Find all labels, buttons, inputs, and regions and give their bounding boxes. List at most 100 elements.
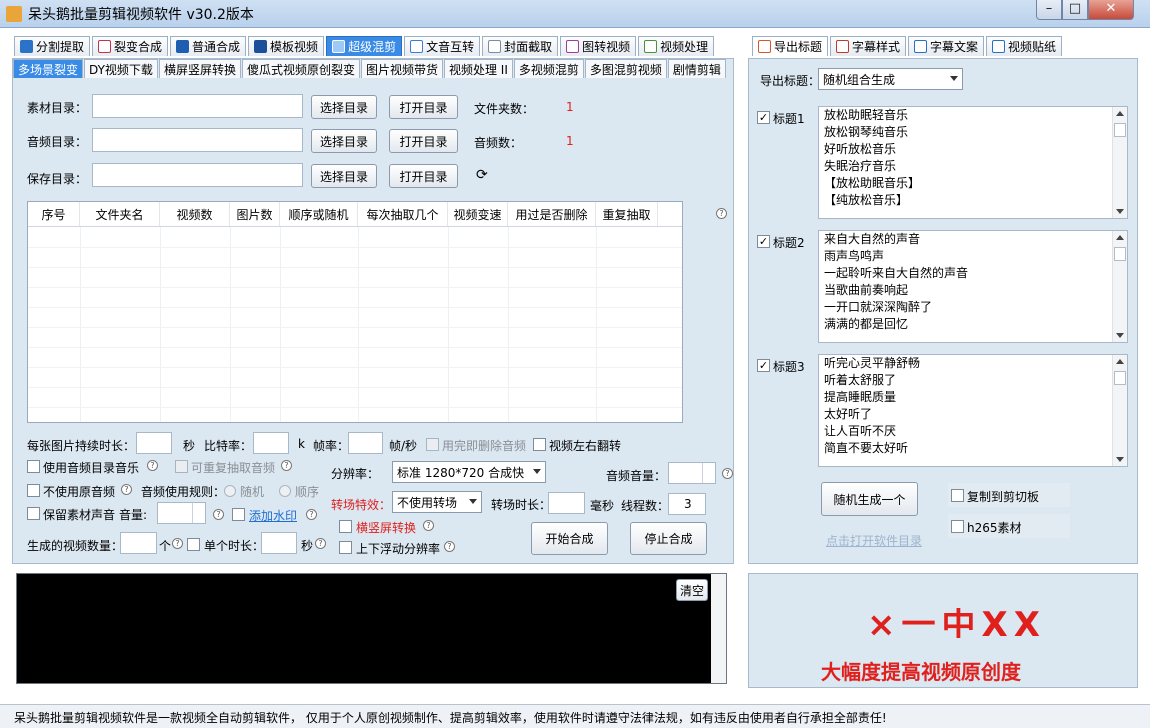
help-icon[interactable]: ?	[444, 541, 455, 552]
minimize-button[interactable]: –	[1036, 0, 1062, 20]
column-header[interactable]: 视频变速	[448, 202, 508, 226]
tab-text-audio[interactable]: 文音互转	[404, 36, 481, 56]
help-icon[interactable]: ?	[716, 208, 727, 219]
help-icon[interactable]: ?	[423, 520, 434, 531]
subtab-multi-image-mix[interactable]: 多图混剪视频	[584, 59, 667, 78]
clear-log-button[interactable]: 清空	[676, 579, 708, 601]
scrollbar[interactable]	[1112, 107, 1127, 218]
scroll-thumb[interactable]	[1114, 371, 1126, 385]
use-audio-dir-checkbox[interactable]	[27, 460, 40, 473]
select-audio-dir-button[interactable]: 选择目录	[311, 129, 377, 153]
open-material-dir-button[interactable]: 打开目录	[389, 95, 458, 119]
help-icon[interactable]: ?	[213, 509, 224, 520]
transition-time-input[interactable]	[548, 492, 585, 514]
repeat-audio-checkbox[interactable]	[175, 460, 188, 473]
video-count-input[interactable]	[120, 532, 157, 554]
help-icon[interactable]: ?	[315, 538, 326, 549]
subtab-video-process-2[interactable]: 视频处理 II	[443, 59, 513, 78]
scroll-up-icon[interactable]	[1116, 235, 1124, 240]
open-audio-dir-button[interactable]: 打开目录	[389, 129, 458, 153]
column-header[interactable]: 每次抽取几个	[358, 202, 448, 226]
column-header[interactable]: 重复抽取	[596, 202, 658, 226]
tab-super-mix[interactable]: 超级混剪	[326, 36, 403, 56]
scroll-down-icon[interactable]	[1116, 209, 1124, 214]
flip-checkbox[interactable]	[533, 438, 546, 451]
scrollbar[interactable]	[1112, 231, 1127, 342]
order-radio[interactable]	[279, 485, 291, 497]
resolution-select[interactable]: 标准 1280*720 合成快	[392, 461, 546, 483]
select-save-dir-button[interactable]: 选择目录	[311, 164, 377, 188]
open-dir-link[interactable]: 点击打开软件目录	[826, 532, 922, 549]
copy-clipboard-checkbox[interactable]	[951, 489, 964, 502]
audio-volume-stepper[interactable]	[668, 462, 716, 484]
no-orig-audio-checkbox[interactable]	[27, 484, 40, 497]
subtab-dy-download[interactable]: DY视频下载	[84, 59, 158, 78]
tab-export-title[interactable]: 导出标题	[752, 36, 829, 56]
log-scrollbar[interactable]	[711, 574, 726, 683]
folder-grid[interactable]: 序号 文件夹名 视频数 图片数 顺序或随机 每次抽取几个 视频变速 用过是否删除…	[27, 201, 683, 423]
single-duration-checkbox[interactable]	[187, 538, 200, 551]
threads-input[interactable]: 3	[668, 493, 706, 515]
save-dir-input[interactable]	[92, 163, 303, 187]
framerate-input[interactable]	[348, 432, 383, 454]
column-header[interactable]: 图片数	[230, 202, 280, 226]
tab-subtitle-text[interactable]: 字幕文案	[908, 36, 985, 56]
material-dir-input[interactable]	[92, 94, 303, 118]
single-duration-input[interactable]	[261, 532, 297, 554]
delete-audio-checkbox[interactable]	[426, 438, 439, 451]
float-res-checkbox[interactable]	[339, 541, 352, 554]
title1-textarea[interactable]: 放松助眠轻音乐 放松钢琴纯音乐 好听放松音乐 失眠治疗音乐 【放松助眠音乐】 【…	[818, 106, 1128, 219]
subtab-image-video-sales[interactable]: 图片视频带货	[360, 59, 443, 78]
random-radio[interactable]	[224, 485, 236, 497]
subtab-multi-video-mix[interactable]: 多视频混剪	[513, 59, 584, 78]
title3-checkbox[interactable]: ✓	[757, 359, 770, 372]
help-icon[interactable]: ?	[722, 468, 733, 479]
volume-stepper[interactable]	[157, 502, 206, 524]
scroll-thumb[interactable]	[1114, 123, 1126, 137]
tab-fission-compose[interactable]: 裂变合成	[92, 36, 169, 56]
scroll-up-icon[interactable]	[1116, 111, 1124, 116]
img-duration-input[interactable]	[136, 432, 172, 454]
spin-buttons[interactable]	[192, 503, 205, 523]
bitrate-input[interactable]	[253, 432, 289, 454]
spin-buttons[interactable]	[702, 463, 715, 483]
tab-video-process[interactable]: 视频处理	[638, 36, 715, 56]
watermark-link[interactable]: 添加水印	[249, 507, 297, 524]
title2-textarea[interactable]: 来自大自然的声音 雨声鸟鸣声 一起聆听来自大自然的声音 当歌曲前奏响起 一开口就…	[818, 230, 1128, 343]
column-header[interactable]: 视频数	[160, 202, 230, 226]
help-icon[interactable]: ?	[172, 538, 183, 549]
column-header[interactable]: 顺序或随机	[280, 202, 358, 226]
h265-checkbox[interactable]	[951, 520, 964, 533]
close-button[interactable]: ✕	[1088, 0, 1134, 20]
transition-select[interactable]: 不使用转场	[392, 491, 482, 513]
scroll-down-icon[interactable]	[1116, 457, 1124, 462]
keep-material-audio-checkbox[interactable]	[27, 507, 40, 520]
help-icon[interactable]: ?	[147, 460, 158, 471]
log-console[interactable]	[16, 573, 727, 684]
help-icon[interactable]: ?	[121, 484, 132, 495]
select-material-dir-button[interactable]: 选择目录	[311, 95, 377, 119]
scroll-thumb[interactable]	[1114, 247, 1126, 261]
subtab-orientation-convert[interactable]: 横屏竖屏转换	[158, 59, 241, 78]
help-icon[interactable]: ?	[281, 460, 292, 471]
orientation-checkbox[interactable]	[339, 520, 352, 533]
scrollbar[interactable]	[1112, 355, 1127, 466]
start-compose-button[interactable]: 开始合成	[531, 522, 608, 555]
tab-split-extract[interactable]: 分割提取	[14, 36, 91, 56]
tab-normal-compose[interactable]: 普通合成	[170, 36, 247, 56]
tab-video-sticker[interactable]: 视频贴纸	[986, 36, 1063, 56]
scroll-up-icon[interactable]	[1116, 359, 1124, 364]
title2-checkbox[interactable]: ✓	[757, 235, 770, 248]
refresh-icon[interactable]: ⟳	[476, 168, 490, 182]
title3-textarea[interactable]: 听完心灵平静舒畅 听着太舒服了 提高睡眠质量 太好听了 让人百听不厌 简直不要太…	[818, 354, 1128, 467]
tab-image-to-video[interactable]: 图转视频	[560, 36, 637, 56]
scroll-down-icon[interactable]	[1116, 333, 1124, 338]
tab-cover-capture[interactable]: 封面截取	[482, 36, 559, 56]
tab-subtitle-style[interactable]: 字幕样式	[830, 36, 907, 56]
column-header[interactable]: 文件夹名	[80, 202, 160, 226]
subtab-plot-edit[interactable]: 剧情剪辑	[667, 59, 726, 78]
random-generate-button[interactable]: 随机生成一个	[821, 482, 918, 516]
tab-template-video[interactable]: 模板视频	[248, 36, 325, 56]
stop-compose-button[interactable]: 停止合成	[630, 522, 707, 555]
title1-checkbox[interactable]: ✓	[757, 111, 770, 124]
